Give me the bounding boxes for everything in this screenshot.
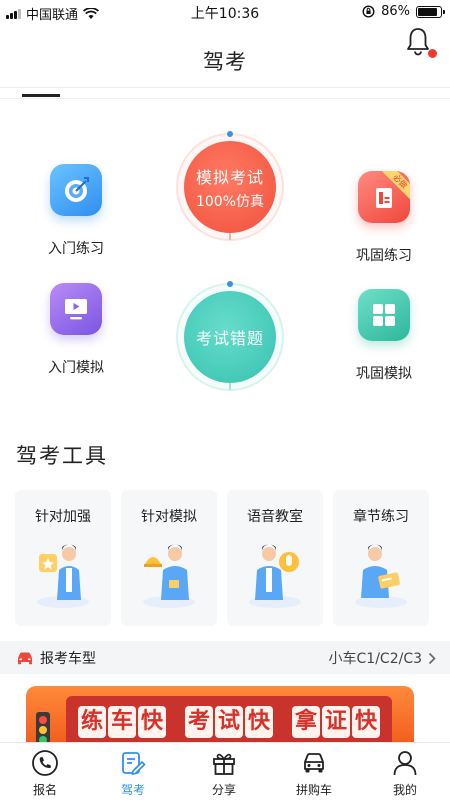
person-microphone-illustration-icon — [249, 544, 301, 608]
book-icon: 必做 — [358, 171, 410, 223]
tools-section-title: 驾考工具 — [16, 444, 108, 468]
target-icon — [50, 164, 102, 216]
subject-tab-indicator — [22, 94, 60, 97]
tool-card-label: 语音教室 — [247, 509, 303, 525]
tool-card-label: 章节练习 — [353, 509, 409, 525]
mock-exam-button[interactable]: 模拟考试 100%仿真 — [184, 141, 276, 233]
person-card-illustration-icon — [355, 544, 407, 608]
tab-label: 拼购车 — [295, 783, 332, 797]
person-icon — [393, 751, 417, 776]
tab-label: 驾考 — [120, 783, 145, 797]
intro-mock-label: 入门模拟 — [48, 360, 104, 376]
tab-label: 报名 — [32, 783, 57, 797]
banner-char: 快 — [245, 706, 273, 738]
phone-icon — [32, 750, 58, 776]
banner-char: 证 — [322, 706, 350, 738]
tab-label: 分享 — [211, 783, 236, 797]
person-bell-illustration-icon — [143, 544, 195, 608]
tab-group-buy-car[interactable]: 拼购车 — [269, 749, 359, 798]
bottom-tab-bar: 报名 驾考 分享 拼购车 我的 — [0, 742, 450, 800]
edit-note-icon — [122, 752, 146, 775]
battery-icon — [416, 5, 445, 18]
mock-exam-subtitle: 100%仿真 — [195, 193, 265, 210]
orientation-lock-icon — [362, 5, 375, 18]
exam-vehicle-value: 小车C1/C2/C3 — [328, 651, 422, 667]
car-icon — [18, 652, 32, 665]
review-practice-label: 巩固练习 — [356, 248, 412, 264]
tab-signup[interactable]: 报名 — [0, 749, 90, 798]
car-icon — [304, 753, 324, 773]
divider — [0, 98, 450, 99]
ring-marker — [227, 131, 233, 137]
nav-bar: 驾考 — [0, 24, 450, 88]
wrong-questions-title: 考试错题 — [195, 329, 264, 348]
gift-icon — [213, 753, 235, 775]
tool-card-label: 针对加强 — [35, 509, 91, 525]
exam-vehicle-label: 报考车型 — [40, 651, 96, 667]
person-star-illustration-icon — [37, 544, 89, 608]
review-mock-button[interactable]: 巩固模拟 — [348, 289, 420, 383]
tab-driving-test[interactable]: 驾考 — [88, 749, 178, 798]
ring-marker — [227, 281, 233, 287]
battery-fill — [418, 7, 437, 16]
tool-card-targeted-mock[interactable]: 针对模拟 — [121, 490, 217, 626]
tab-label: 我的 — [392, 783, 417, 797]
tool-card-chapter-practice[interactable]: 章节练习 — [333, 490, 429, 626]
tool-card-targeted-strengthen[interactable]: 针对加强 — [15, 490, 111, 626]
banner-char: 快 — [352, 706, 380, 738]
ring-tick — [229, 233, 231, 240]
intro-practice-label: 入门练习 — [48, 241, 104, 257]
banner-char: 快 — [138, 706, 166, 738]
banner-char: 拿 — [292, 706, 320, 738]
tab-share[interactable]: 分享 — [179, 749, 269, 798]
mock-exam-title: 模拟考试 — [195, 167, 264, 187]
wrong-questions-button[interactable]: 考试错题 — [184, 291, 276, 383]
intro-practice-button[interactable]: 入门练习 — [40, 164, 112, 258]
exam-vehicle-left: 报考车型 — [16, 648, 96, 668]
ring-tick — [229, 383, 231, 390]
banner-char: 车 — [108, 706, 136, 738]
status-right: 86% — [362, 4, 445, 19]
banner-char: 练 — [78, 706, 106, 738]
tab-mine[interactable]: 我的 — [360, 749, 450, 798]
intro-mock-button[interactable]: 入门模拟 — [40, 283, 112, 377]
tool-card-label: 针对模拟 — [141, 509, 197, 525]
page-title: 驾考 — [203, 50, 247, 74]
chevron-right-icon — [428, 652, 436, 664]
banner-char: 试 — [215, 706, 243, 738]
review-mock-label: 巩固模拟 — [356, 366, 412, 382]
status-bar: 中国联通 上午10:36 86% — [0, 0, 450, 24]
banner-char: 考 — [185, 706, 213, 738]
traffic-light-icon — [36, 712, 50, 746]
review-practice-button[interactable]: 必做 巩固练习 — [348, 171, 420, 265]
tool-card-voice-classroom[interactable]: 语音教室 — [227, 490, 323, 626]
grid-icon — [358, 289, 410, 341]
notification-dot — [428, 49, 437, 58]
exam-vehicle-row[interactable]: 报考车型 小车C1/C2/C3 — [0, 641, 450, 674]
promo-banner[interactable]: 练 车 快 考 试 快 拿 证 快 — [26, 686, 414, 746]
battery-percent: 86% — [381, 4, 410, 19]
video-screen-icon — [50, 283, 102, 335]
exam-vehicle-right: 小车C1/C2/C3 — [329, 648, 436, 668]
